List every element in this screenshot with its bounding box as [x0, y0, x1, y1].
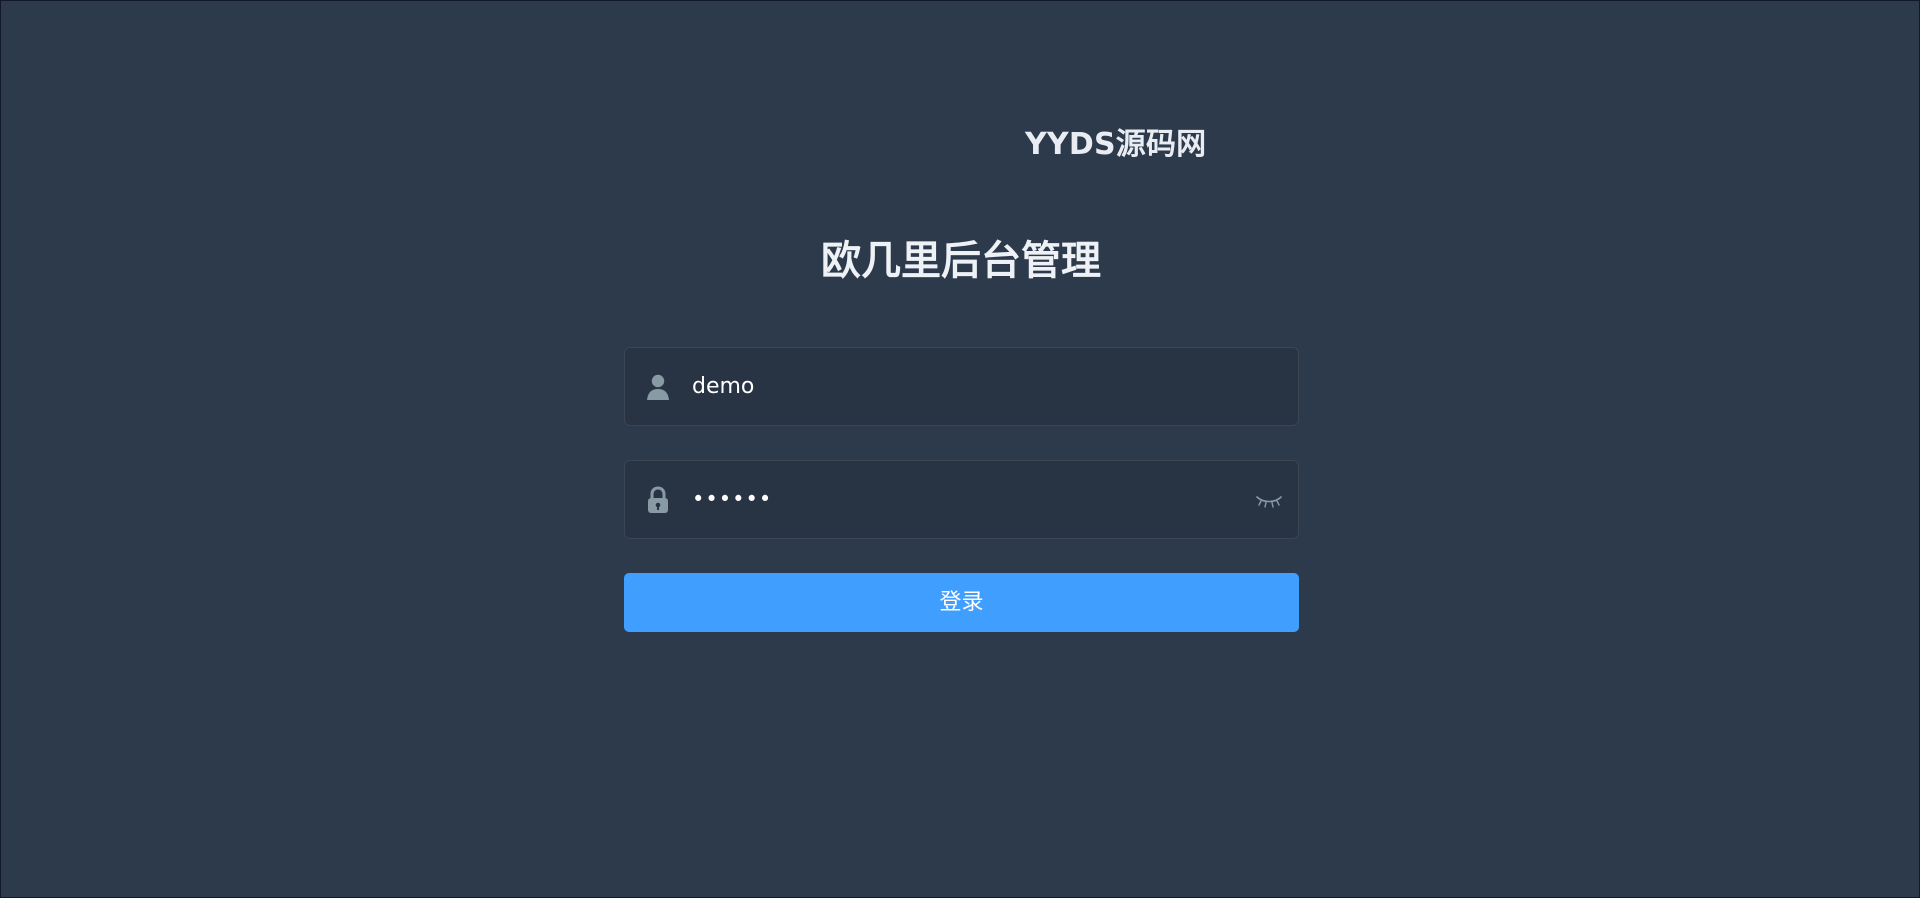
login-form: demo •••••• 登录: [624, 347, 1299, 632]
password-input[interactable]: ••••••: [692, 461, 1242, 538]
password-field[interactable]: ••••••: [624, 460, 1299, 539]
login-button[interactable]: 登录: [624, 573, 1299, 632]
page-title: 欧几里后台管理: [821, 238, 1101, 284]
brand-watermark: YYDS源码网: [1025, 127, 1207, 162]
lock-icon: [648, 486, 668, 513]
username-field[interactable]: demo: [624, 347, 1299, 426]
login-page: YYDS源码网 欧几里后台管理 demo •••••• 登录: [0, 0, 1920, 898]
user-icon: [647, 374, 669, 400]
username-input[interactable]: demo: [692, 348, 1242, 425]
eye-closed-icon[interactable]: [1254, 491, 1284, 509]
